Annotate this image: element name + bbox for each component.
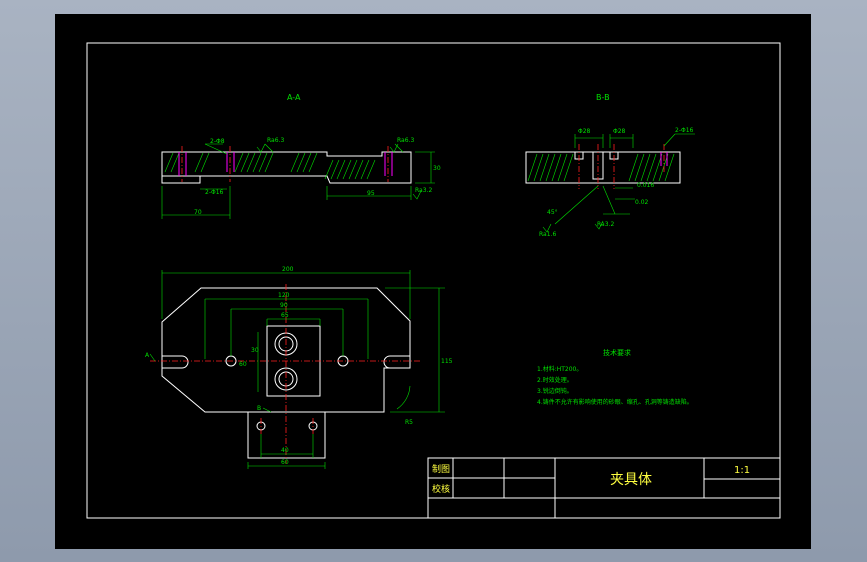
plan-r: R5 [405, 419, 413, 426]
tech-req-item-1: 1.材料:HT200。 [537, 365, 582, 373]
tech-req-item-4: 4.铸件不允许有影响使用的砂眼、缩孔、孔洞等铸造缺陷。 [537, 398, 693, 406]
drawing-scale: 1:1 [734, 465, 750, 476]
plan-b: B [257, 405, 261, 412]
tech-req-item-2: 2.时效处理。 [537, 376, 573, 384]
tech-req-item-3: 3.锐边倒钝。 [537, 387, 573, 395]
bb-d1: Φ28 [578, 128, 591, 135]
bb-ra2: Ra3.2 [597, 221, 614, 228]
aa-hole-note-left: 2-Φ8 [210, 138, 225, 145]
bb-hole-note: 2-Φ16 [675, 127, 694, 134]
cad-drawing: A-A B-B 2-Φ8 Ra6.3 Ra6.3 2-Φ16 70 95 30 … [86, 42, 781, 519]
tech-req-heading: 技术要求 [603, 348, 631, 357]
plan-a: A [145, 352, 150, 359]
bb-ra1: Ra1.6 [539, 231, 556, 238]
title-block: 制图 校核 夹具体 1:1 [427, 457, 781, 519]
inner-border [86, 42, 781, 519]
plan-40: 40 [281, 447, 289, 454]
bb-tol1: 0.016 [637, 182, 654, 189]
drawing-sheet: A-A B-B 2-Φ8 Ra6.3 Ra6.3 2-Φ16 70 95 30 … [55, 14, 811, 549]
designer-label: 制图 [432, 463, 450, 475]
section-a-label: A-A [287, 93, 301, 102]
bb-tol2: 0.02 [635, 199, 649, 206]
aa-height: 30 [433, 165, 441, 172]
bb-angle: 45° [547, 209, 558, 216]
checker-label: 校核 [432, 483, 450, 495]
drawing-title: 夹具体 [610, 472, 652, 488]
section-a-view: 2-Φ8 Ra6.3 Ra6.3 2-Φ16 70 95 30 Ra3.2 [161, 137, 441, 219]
plan-view: 200 120 90 65 115 60 30 40 60 R5 B A [145, 266, 453, 469]
bb-d2: Φ28 [613, 128, 626, 135]
aa-len-right: 95 [367, 190, 375, 197]
aa-ra-bottom: Ra3.2 [415, 187, 432, 194]
plan-60: 60 [281, 459, 289, 466]
plan-v60: 60 [239, 361, 247, 368]
aa-ra-right: Ra6.3 [397, 137, 414, 144]
section-b-view: Φ28 Φ28 2-Φ16 0.016 0.02 Ra1.6 Ra3.2 45° [525, 127, 695, 238]
aa-len-left: 70 [194, 209, 202, 216]
plan-h: 115 [441, 358, 453, 365]
section-b-label: B-B [596, 93, 610, 102]
aa-ra-left: Ra6.3 [267, 137, 284, 144]
tech-requirements: 技术要求 1.材料:HT200。 2.时效处理。 3.锐边倒钝。 4.铸件不允许… [537, 348, 693, 406]
plan-65: 65 [281, 312, 289, 319]
plan-90: 90 [280, 302, 288, 309]
plan-v30: 30 [251, 347, 259, 354]
aa-bottom-left: 2-Φ16 [205, 189, 224, 196]
plan-total: 200 [282, 266, 294, 273]
plan-120: 120 [278, 292, 290, 299]
